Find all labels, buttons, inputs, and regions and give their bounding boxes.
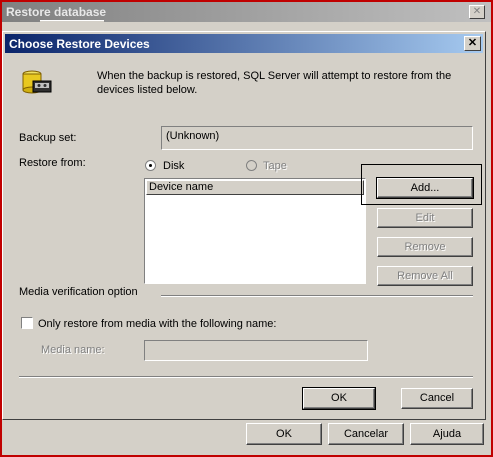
red-frame [0,0,493,457]
